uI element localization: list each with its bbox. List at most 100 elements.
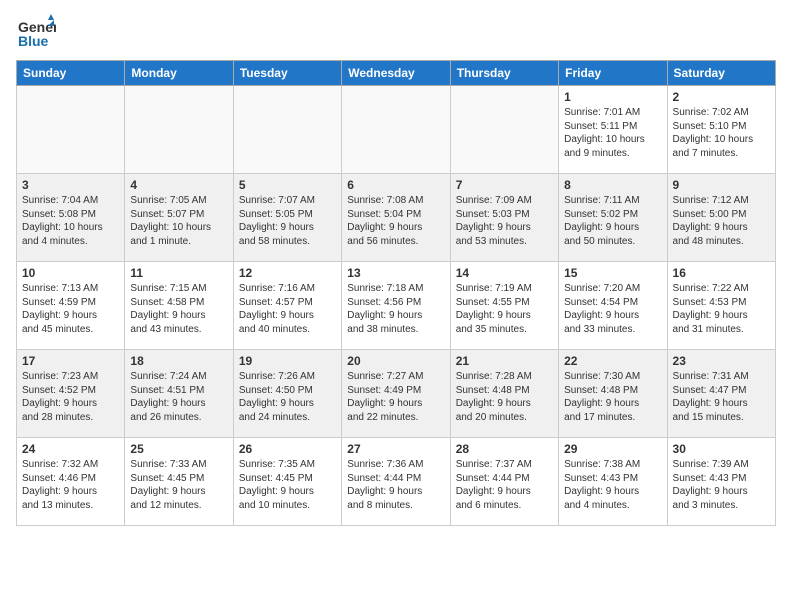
day-number: 10	[22, 266, 119, 280]
calendar-cell: 13Sunrise: 7:18 AM Sunset: 4:56 PM Dayli…	[342, 262, 450, 350]
cell-text: Sunrise: 7:37 AM Sunset: 4:44 PM Dayligh…	[456, 458, 553, 512]
day-number: 5	[239, 178, 336, 192]
page: General Blue SundayMondayTuesdayWednesda…	[0, 0, 792, 538]
day-number: 7	[456, 178, 553, 192]
calendar-week-5: 24 Sunrise: 7:32 AM Sunset: 4:46 PM Dayli…	[17, 438, 776, 526]
day-number: 27	[347, 442, 444, 456]
calendar-cell: 18 Sunrise: 7:24 AM Sunset: 4:51 PM Dayli…	[125, 350, 233, 438]
calendar-cell: 27 Sunrise: 7:36 AM Sunset: 4:44 PM Dayli…	[342, 438, 450, 526]
cell-text: Sunrise: 7:32 AM Sunset: 4:46 PM Dayligh…	[22, 458, 119, 512]
calendar-cell: 1 Sunrise: 7:01 AM Sunset: 5:11 PM Daylig…	[559, 86, 667, 174]
day-number: 15	[564, 266, 661, 280]
calendar-header-monday: Monday	[125, 61, 233, 86]
cell-text: Sunrise: 7:12 AM Sunset: 5:00 PM Dayligh…	[673, 194, 770, 248]
calendar-cell: 6 Sunrise: 7:08 AM Sunset: 5:04 PM Daylig…	[342, 174, 450, 262]
calendar-cell	[17, 86, 125, 174]
cell-text: Sunrise: 7:09 AM Sunset: 5:03 PM Dayligh…	[456, 194, 553, 248]
calendar-week-1: 1 Sunrise: 7:01 AM Sunset: 5:11 PM Daylig…	[17, 86, 776, 174]
calendar-week-4: 17 Sunrise: 7:23 AM Sunset: 4:52 PM Dayli…	[17, 350, 776, 438]
cell-text: Sunrise: 7:05 AM Sunset: 5:07 PM Dayligh…	[130, 194, 227, 248]
cell-text: Sunrise: 7:18 AM Sunset: 4:56 PM Dayligh…	[347, 282, 444, 336]
calendar-cell	[125, 86, 233, 174]
day-number: 1	[564, 90, 661, 104]
day-number: 8	[564, 178, 661, 192]
cell-text: Sunrise: 7:26 AM Sunset: 4:50 PM Dayligh…	[239, 370, 336, 424]
calendar-table: SundayMondayTuesdayWednesdayThursdayFrid…	[16, 60, 776, 526]
day-number: 3	[22, 178, 119, 192]
day-number: 2	[673, 90, 770, 104]
cell-text: Sunrise: 7:01 AM Sunset: 5:11 PM Dayligh…	[564, 106, 661, 160]
calendar-cell: 24 Sunrise: 7:32 AM Sunset: 4:46 PM Dayli…	[17, 438, 125, 526]
day-number: 17	[22, 354, 119, 368]
cell-text: Sunrise: 7:13 AM Sunset: 4:59 PM Dayligh…	[22, 282, 119, 336]
cell-text: Sunrise: 7:39 AM Sunset: 4:43 PM Dayligh…	[673, 458, 770, 512]
calendar-cell	[342, 86, 450, 174]
calendar-cell: 16 Sunrise: 7:22 AM Sunset: 4:53 PM Dayli…	[667, 262, 775, 350]
cell-text: Sunrise: 7:15 AM Sunset: 4:58 PM Dayligh…	[130, 282, 227, 336]
calendar-header-thursday: Thursday	[450, 61, 558, 86]
cell-text: Sunrise: 7:22 AM Sunset: 4:53 PM Dayligh…	[673, 282, 770, 336]
calendar-header-saturday: Saturday	[667, 61, 775, 86]
calendar-cell: 12 Sunrise: 7:16 AM Sunset: 4:57 PM Dayli…	[233, 262, 341, 350]
calendar-week-3: 10 Sunrise: 7:13 AM Sunset: 4:59 PM Dayli…	[17, 262, 776, 350]
logo-icon: General Blue	[16, 12, 56, 52]
day-number: 28	[456, 442, 553, 456]
day-number: 20	[347, 354, 444, 368]
cell-text: Sunrise: 7:27 AM Sunset: 4:49 PM Dayligh…	[347, 370, 444, 424]
calendar-cell: 10 Sunrise: 7:13 AM Sunset: 4:59 PM Dayli…	[17, 262, 125, 350]
calendar-cell: 22 Sunrise: 7:30 AM Sunset: 4:48 PM Dayli…	[559, 350, 667, 438]
calendar-header-wednesday: Wednesday	[342, 61, 450, 86]
cell-text: Sunrise: 7:31 AM Sunset: 4:47 PM Dayligh…	[673, 370, 770, 424]
calendar-cell: 14 Sunrise: 7:19 AM Sunset: 4:55 PM Dayli…	[450, 262, 558, 350]
day-number: 19	[239, 354, 336, 368]
calendar-week-2: 3 Sunrise: 7:04 AM Sunset: 5:08 PM Daylig…	[17, 174, 776, 262]
day-number: 24	[22, 442, 119, 456]
day-number: 12	[239, 266, 336, 280]
day-number: 23	[673, 354, 770, 368]
cell-text: Sunrise: 7:11 AM Sunset: 5:02 PM Dayligh…	[564, 194, 661, 248]
svg-text:Blue: Blue	[18, 33, 49, 49]
calendar-cell	[233, 86, 341, 174]
day-number: 6	[347, 178, 444, 192]
calendar-cell: 9 Sunrise: 7:12 AM Sunset: 5:00 PM Daylig…	[667, 174, 775, 262]
calendar-cell: 30Sunrise: 7:39 AM Sunset: 4:43 PM Dayli…	[667, 438, 775, 526]
cell-text: Sunrise: 7:24 AM Sunset: 4:51 PM Dayligh…	[130, 370, 227, 424]
calendar-cell: 29Sunrise: 7:38 AM Sunset: 4:43 PM Dayli…	[559, 438, 667, 526]
calendar-header-tuesday: Tuesday	[233, 61, 341, 86]
cell-text: Sunrise: 7:28 AM Sunset: 4:48 PM Dayligh…	[456, 370, 553, 424]
day-number: 11	[130, 266, 227, 280]
calendar-header-row: SundayMondayTuesdayWednesdayThursdayFrid…	[17, 61, 776, 86]
calendar-cell: 8 Sunrise: 7:11 AM Sunset: 5:02 PM Daylig…	[559, 174, 667, 262]
day-number: 21	[456, 354, 553, 368]
logo: General Blue	[16, 12, 56, 52]
day-number: 9	[673, 178, 770, 192]
calendar-cell: 19 Sunrise: 7:26 AM Sunset: 4:50 PM Dayli…	[233, 350, 341, 438]
cell-text: Sunrise: 7:04 AM Sunset: 5:08 PM Dayligh…	[22, 194, 119, 248]
calendar-cell: 3 Sunrise: 7:04 AM Sunset: 5:08 PM Daylig…	[17, 174, 125, 262]
day-number: 26	[239, 442, 336, 456]
calendar-header-sunday: Sunday	[17, 61, 125, 86]
cell-text: Sunrise: 7:35 AM Sunset: 4:45 PM Dayligh…	[239, 458, 336, 512]
day-number: 16	[673, 266, 770, 280]
calendar-cell: 25Sunrise: 7:33 AM Sunset: 4:45 PM Dayli…	[125, 438, 233, 526]
day-number: 22	[564, 354, 661, 368]
day-number: 18	[130, 354, 227, 368]
cell-text: Sunrise: 7:16 AM Sunset: 4:57 PM Dayligh…	[239, 282, 336, 336]
calendar-header-friday: Friday	[559, 61, 667, 86]
cell-text: Sunrise: 7:08 AM Sunset: 5:04 PM Dayligh…	[347, 194, 444, 248]
cell-text: Sunrise: 7:20 AM Sunset: 4:54 PM Dayligh…	[564, 282, 661, 336]
cell-text: Sunrise: 7:38 AM Sunset: 4:43 PM Dayligh…	[564, 458, 661, 512]
cell-text: Sunrise: 7:30 AM Sunset: 4:48 PM Dayligh…	[564, 370, 661, 424]
calendar-cell: 28 Sunrise: 7:37 AM Sunset: 4:44 PM Dayli…	[450, 438, 558, 526]
calendar-cell: 11 Sunrise: 7:15 AM Sunset: 4:58 PM Dayli…	[125, 262, 233, 350]
day-number: 14	[456, 266, 553, 280]
calendar-cell: 7 Sunrise: 7:09 AM Sunset: 5:03 PM Daylig…	[450, 174, 558, 262]
calendar-cell: 4Sunrise: 7:05 AM Sunset: 5:07 PM Daylig…	[125, 174, 233, 262]
cell-text: Sunrise: 7:19 AM Sunset: 4:55 PM Dayligh…	[456, 282, 553, 336]
calendar-cell: 17 Sunrise: 7:23 AM Sunset: 4:52 PM Dayli…	[17, 350, 125, 438]
calendar-cell: 26 Sunrise: 7:35 AM Sunset: 4:45 PM Dayli…	[233, 438, 341, 526]
calendar-cell: 23 Sunrise: 7:31 AM Sunset: 4:47 PM Dayli…	[667, 350, 775, 438]
cell-text: Sunrise: 7:36 AM Sunset: 4:44 PM Dayligh…	[347, 458, 444, 512]
cell-text: Sunrise: 7:23 AM Sunset: 4:52 PM Dayligh…	[22, 370, 119, 424]
cell-text: Sunrise: 7:33 AM Sunset: 4:45 PM Dayligh…	[130, 458, 227, 512]
